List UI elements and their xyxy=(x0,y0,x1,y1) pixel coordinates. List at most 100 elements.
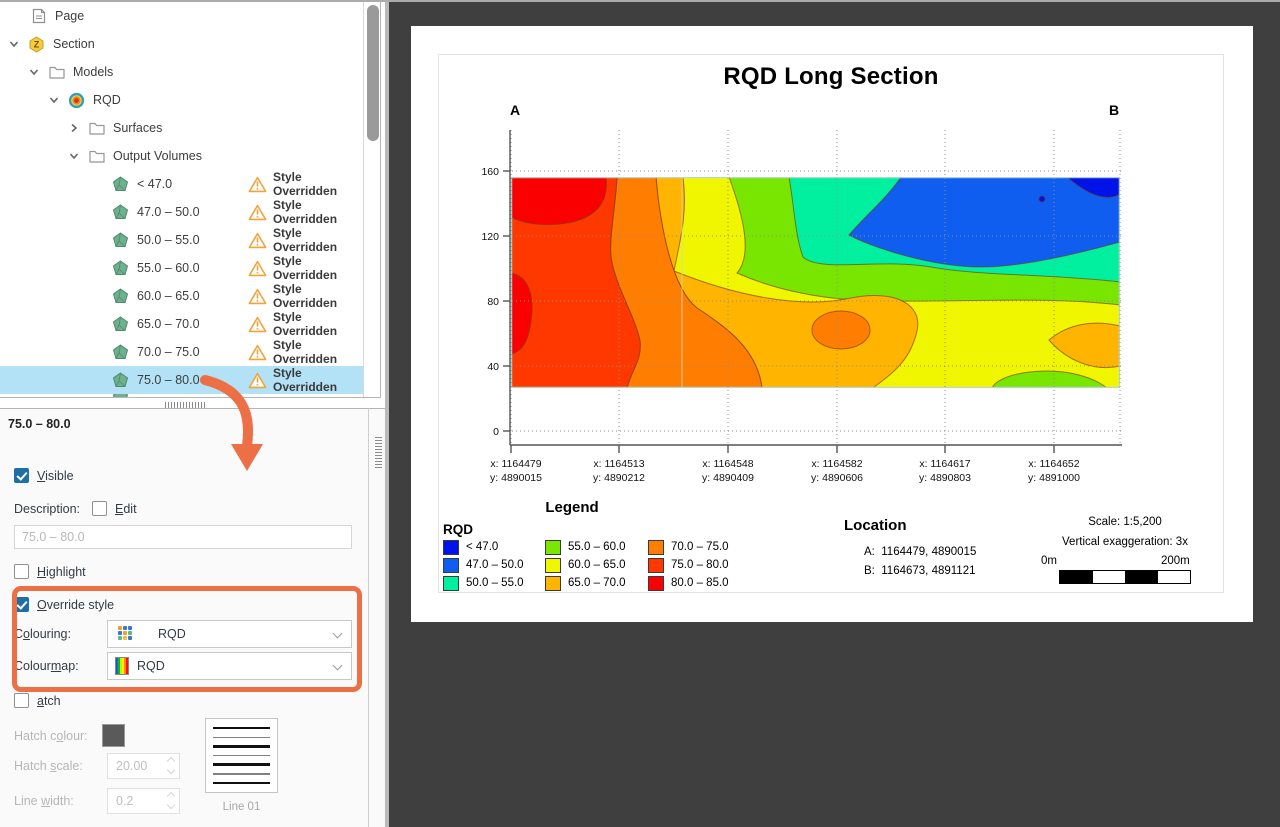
tree-row-volume[interactable]: 60.0 – 65.0 Style Overridden xyxy=(0,282,363,310)
svg-text:x: 1164582: x: 1164582 xyxy=(811,458,862,470)
colouring-dropdown[interactable]: RQD xyxy=(107,620,352,648)
tree-label: < 47.0 xyxy=(137,177,172,191)
svg-text:Z: Z xyxy=(34,39,40,49)
warning-icon xyxy=(248,176,267,193)
tree-label: 55.0 – 60.0 xyxy=(137,261,200,275)
style-overridden-status: Style Overridden xyxy=(273,366,363,394)
hatch-scale-label: Hatch scale: xyxy=(14,759,83,773)
hatch-scale-spinner[interactable]: 20.00 xyxy=(107,753,180,779)
legend-swatch xyxy=(443,576,459,591)
legend-item: 70.0 – 75.0 xyxy=(648,539,729,555)
tree-row-volume[interactable]: 55.0 – 60.0 Style Overridden xyxy=(0,254,363,282)
volume-icon xyxy=(112,288,129,305)
visible-row: Visible xyxy=(14,468,74,483)
tree-label: 70.0 – 75.0 xyxy=(137,345,200,359)
tree-row-rqd[interactable]: RQD xyxy=(0,86,363,114)
style-overridden-status: Style Overridden xyxy=(273,198,363,226)
tree-label: Page xyxy=(55,9,84,23)
splitter-handle-icon xyxy=(378,437,382,469)
rqd-model-icon xyxy=(68,92,85,109)
override-style-row: Override style xyxy=(14,597,114,612)
visible-label: Visible xyxy=(37,469,74,483)
style-overridden-status: Style Overridden xyxy=(273,310,363,338)
warning-icon xyxy=(248,288,267,305)
hatch-colour-swatch[interactable] xyxy=(102,724,125,747)
panel-splitter-horizontal[interactable] xyxy=(0,399,381,408)
warning-icon xyxy=(248,204,267,221)
vertical-exaggeration-text: Vertical exaggeration: 3x xyxy=(1015,536,1235,548)
edit-description-checkbox[interactable] xyxy=(92,501,107,516)
tree-label: 65.0 – 70.0 xyxy=(137,317,200,331)
style-overridden-status: Style Overridden xyxy=(273,282,363,310)
line-width-spinner[interactable]: 0.2 xyxy=(107,788,180,814)
spinner-arrows-icon[interactable] xyxy=(168,793,174,808)
tree-row-page[interactable]: Page xyxy=(0,2,363,30)
tree-row-volume[interactable]: 65.0 – 70.0 Style Overridden xyxy=(0,310,363,338)
volume-icon xyxy=(112,232,129,249)
hatch-checkbox[interactable] xyxy=(14,693,29,708)
svg-text:x: 1164513: x: 1164513 xyxy=(593,458,644,470)
tree-row-volume[interactable]: 47.0 – 50.0 Style Overridden xyxy=(0,198,363,226)
tree-label: 75.0 – 80.0 xyxy=(137,373,200,387)
tree-label: Output Volumes xyxy=(113,149,202,163)
tree-row-volume-selected[interactable]: 75.0 – 80.0 Style Overridden xyxy=(0,366,363,394)
spinner-arrows-icon[interactable] xyxy=(168,758,174,773)
location-a: A: 1164479, 4890015 xyxy=(864,546,976,558)
long-section-chart: A B xyxy=(459,95,1199,495)
volume-icon xyxy=(112,372,129,389)
chevron-down-icon[interactable] xyxy=(8,38,20,50)
svg-text:0: 0 xyxy=(493,426,499,438)
layout-viewer: RQD Long Section A B xyxy=(385,2,1280,827)
legend-item: < 47.0 xyxy=(443,539,498,555)
svg-text:y: 4891000: y: 4891000 xyxy=(1028,472,1080,484)
chevron-right-icon[interactable] xyxy=(68,122,80,134)
tree-label: Surfaces xyxy=(113,121,162,135)
page-icon xyxy=(30,8,47,25)
warning-icon xyxy=(248,316,267,333)
volume-icon xyxy=(112,316,129,333)
tree-row-volume[interactable]: 70.0 – 75.0 Style Overridden xyxy=(0,338,363,366)
chevron-down-icon[interactable] xyxy=(28,66,40,78)
tree-row-surfaces[interactable]: Surfaces xyxy=(0,114,363,142)
volume-icon xyxy=(112,176,129,193)
highlight-row: Highlight xyxy=(14,564,86,579)
chevron-down-icon[interactable] xyxy=(48,94,60,106)
tree-label: 47.0 – 50.0 xyxy=(137,205,200,219)
tree-row-partial xyxy=(0,394,363,398)
svg-text:y: 4890409: y: 4890409 xyxy=(702,472,754,484)
tree-row-volume[interactable]: < 47.0 Style Overridden xyxy=(0,170,363,198)
highlight-checkbox[interactable] xyxy=(14,564,29,579)
svg-text:y: 4890606: y: 4890606 xyxy=(811,472,863,484)
tree-row-models[interactable]: Models xyxy=(0,58,363,86)
svg-text:x: 1164617: x: 1164617 xyxy=(919,458,970,470)
colourmap-dropdown[interactable]: RQD xyxy=(107,652,352,680)
hatch-row: atch xyxy=(14,693,61,708)
line-width-label: Line width: xyxy=(14,794,74,808)
location-b: B: 1164673, 4891121 xyxy=(864,565,976,577)
tree-row-section[interactable]: Z Section xyxy=(0,30,363,58)
marker-b: B xyxy=(1109,102,1119,118)
visible-checkbox[interactable] xyxy=(14,468,29,483)
tree-scrollbar[interactable] xyxy=(363,2,381,397)
volume-icon xyxy=(112,394,129,398)
edit-label: Edit xyxy=(115,502,137,516)
override-style-checkbox[interactable] xyxy=(14,597,29,612)
tree-label: Section xyxy=(53,37,95,51)
hatch-colour-label: Hatch colour: xyxy=(14,729,88,743)
tree-row-output-volumes[interactable]: Output Volumes xyxy=(0,142,363,170)
tree-scrollbar-thumb[interactable] xyxy=(367,5,379,141)
style-overridden-status: Style Overridden xyxy=(273,226,363,254)
description-input[interactable] xyxy=(14,525,352,549)
style-overridden-status: Style Overridden xyxy=(273,254,363,282)
location-heading: Location xyxy=(844,517,907,534)
hatch-pattern-preview[interactable] xyxy=(205,718,278,793)
legend-swatch xyxy=(648,558,664,573)
panel-splitter-vertical[interactable] xyxy=(369,408,385,827)
tree-row-volume[interactable]: 50.0 – 55.0 Style Overridden xyxy=(0,226,363,254)
chevron-down-icon[interactable] xyxy=(68,150,80,162)
hatch-pattern-name: Line 01 xyxy=(205,801,278,813)
legend-item: 50.0 – 55.0 xyxy=(443,575,524,591)
application-window: Page Z Section xyxy=(0,0,1280,827)
folder-icon xyxy=(48,64,65,81)
svg-text:120: 120 xyxy=(481,231,499,243)
